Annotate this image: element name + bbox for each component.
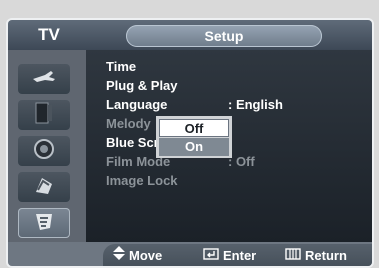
menu-item-plug-and-play[interactable]: Plug & Play (106, 77, 366, 95)
category-sidebar (8, 50, 86, 242)
menu-item-label: Time (106, 59, 137, 74)
menu-title: Setup (126, 25, 322, 47)
dropdown-option-off[interactable]: Off (159, 119, 229, 137)
move-label: Move (129, 248, 163, 263)
enter-icon (203, 244, 219, 266)
menu-item-value: : Off (228, 154, 255, 169)
return-label: Return (305, 248, 347, 263)
return-icon (285, 244, 301, 266)
speaker-icon (33, 138, 55, 165)
menu-item-value: : English (228, 97, 283, 112)
footer-bar: Move Enter Return (8, 242, 372, 266)
menu-item-film-mode: Film Mode : Off (106, 153, 366, 171)
menu-item-melody: Melody : (106, 115, 366, 133)
move-hint: Move (113, 244, 163, 266)
sidebar-item-input[interactable] (18, 64, 70, 94)
sidebar-item-sound[interactable] (18, 136, 70, 166)
tv-label: TV (38, 25, 60, 44)
menu-item-image-lock: Image Lock (106, 172, 366, 190)
setup-icon (32, 210, 56, 237)
menu-item-blue-screen[interactable]: Blue Screen : (106, 134, 366, 152)
menu-item-label: Plug & Play (106, 78, 178, 93)
menu-item-language[interactable]: Language : English (106, 96, 366, 114)
menu-item-label: Image Lock (106, 173, 178, 188)
enter-label: Enter (223, 248, 257, 263)
sidebar-item-setup[interactable] (18, 208, 70, 238)
up-down-arrows-icon (113, 244, 125, 266)
picture-icon (33, 101, 55, 130)
option-dropdown: Off On (156, 116, 232, 158)
antenna-icon (31, 69, 57, 90)
control-hints: Move Enter Return (103, 244, 372, 266)
return-hint: Return (285, 244, 347, 266)
enter-hint: Enter (203, 244, 257, 266)
dropdown-option-on[interactable]: On (159, 138, 229, 156)
sidebar-item-picture[interactable] (18, 100, 70, 130)
menu-item-label: Melody (106, 116, 151, 131)
menu-item-label: Language (106, 97, 168, 112)
tv-menu-screen: TV Setup Time Plug & Play Language: Eng… (6, 18, 374, 268)
menu-item-time[interactable]: Time (106, 58, 366, 76)
channel-icon (32, 174, 56, 201)
title-bar: TV Setup (8, 20, 372, 50)
sidebar-item-channel[interactable] (18, 172, 70, 202)
